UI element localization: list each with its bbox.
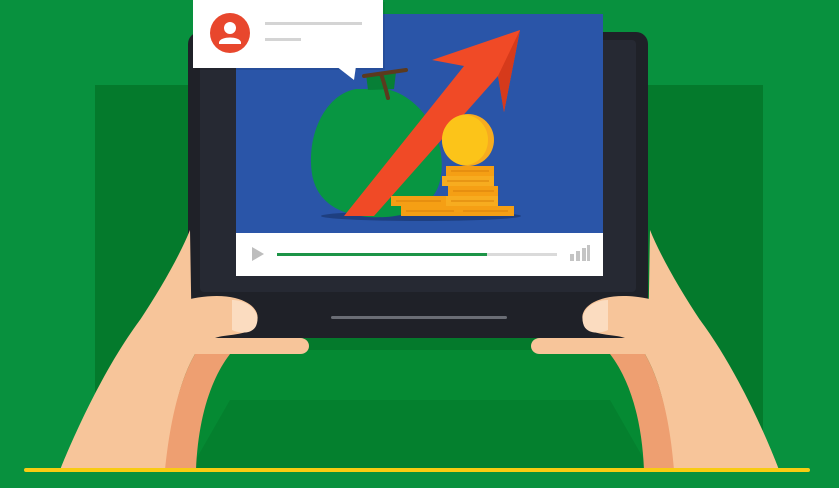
right-hand [531, 230, 779, 470]
illustration-scene [0, 0, 839, 488]
baseline [24, 468, 810, 472]
